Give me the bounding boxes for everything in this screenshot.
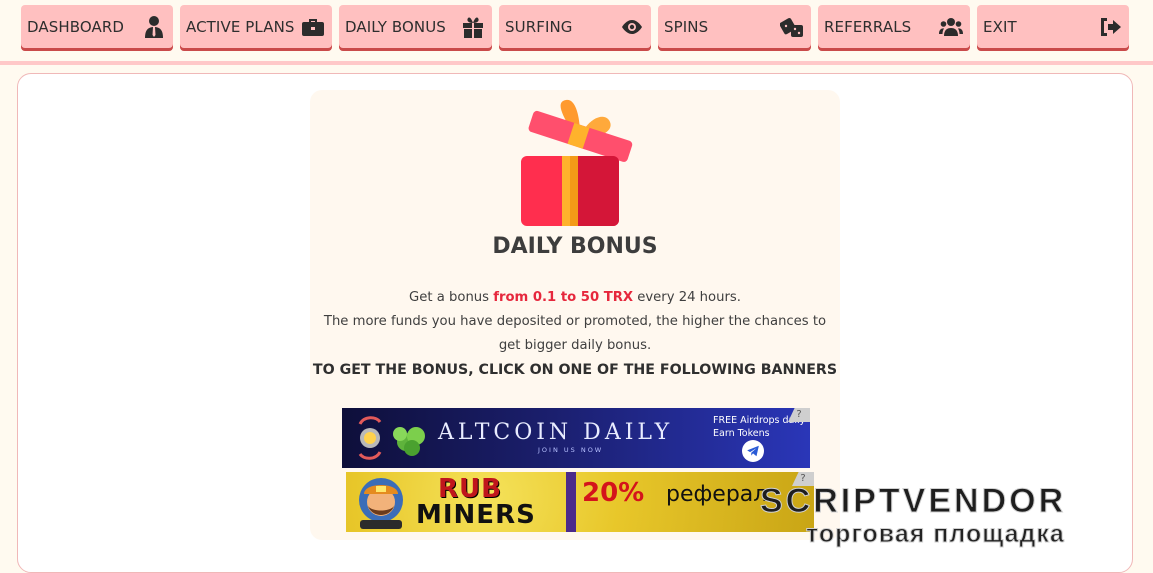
eye-icon bbox=[619, 14, 645, 40]
altcoin-subtitle: JOIN US NOW bbox=[538, 446, 604, 454]
nav-active-plans-label: ACTIVE PLANS bbox=[186, 18, 295, 36]
briefcase-icon bbox=[300, 14, 326, 40]
nav-referrals-label: REFERRALS bbox=[824, 18, 912, 36]
miners-word: MINERS bbox=[416, 500, 536, 530]
dice-icon bbox=[779, 14, 805, 40]
referral-percent: 20% bbox=[582, 478, 645, 508]
bonus-text-suffix: every 24 hours. bbox=[633, 290, 741, 305]
altcoin-title: ALTCOIN DAILY bbox=[438, 420, 674, 445]
top-nav: DASHBOARD ACTIVE PLANS DAILY BONUS SURFI… bbox=[0, 0, 1153, 58]
bonus-title: DAILY BONUS bbox=[492, 234, 658, 259]
nav-surfing[interactable]: SURFING bbox=[499, 5, 651, 51]
users-icon bbox=[938, 14, 964, 40]
bonus-instruction: TO GET THE BONUS, CLICK ON ONE OF THE FO… bbox=[312, 362, 838, 378]
watermark-logo: SCRIPTVENDOR bbox=[759, 482, 1067, 521]
sign-out-icon bbox=[1097, 14, 1123, 40]
nav-daily-bonus-label: DAILY BONUS bbox=[345, 18, 446, 36]
rub-miners-banner[interactable]: RUB MINERS 20% реферал ? bbox=[346, 472, 814, 532]
nav-referrals[interactable]: REFERRALS bbox=[818, 5, 970, 51]
bonus-description-line2: The more funds you have deposited or pro… bbox=[323, 314, 827, 353]
nav-surfing-label: SURFING bbox=[505, 18, 573, 36]
nav-divider bbox=[0, 61, 1153, 65]
nav-spins-label: SPINS bbox=[664, 18, 709, 36]
altcoin-promo-line2: Earn Tokens bbox=[713, 428, 770, 439]
nav-exit[interactable]: EXIT bbox=[977, 5, 1129, 51]
bonus-description-line1: Get a bonus from 0.1 to 50 TRX every 24 … bbox=[318, 286, 832, 310]
nav-dashboard[interactable]: DASHBOARD bbox=[21, 5, 173, 51]
nav-spins[interactable]: SPINS bbox=[658, 5, 811, 51]
banner-stripe bbox=[566, 472, 576, 532]
telegram-icon bbox=[742, 440, 764, 462]
referral-text: реферал bbox=[666, 482, 768, 507]
altcoin-daily-banner[interactable]: ALTCOIN DAILY JOIN US NOW FREE Airdrops … bbox=[342, 408, 810, 468]
bonus-amount-range: from 0.1 to 50 TRX bbox=[493, 290, 634, 305]
nav-daily-bonus[interactable]: DAILY BONUS bbox=[339, 5, 492, 51]
nav-active-plans[interactable]: ACTIVE PLANS bbox=[180, 5, 332, 51]
nav-dashboard-label: DASHBOARD bbox=[27, 18, 125, 36]
gift-icon bbox=[460, 14, 486, 40]
watermark-tagline: торговая площадка bbox=[806, 520, 1065, 549]
bonus-text-prefix: Get a bonus bbox=[409, 290, 494, 305]
nav-exit-label: EXIT bbox=[983, 18, 1017, 36]
gift-box-icon bbox=[521, 99, 633, 226]
coins-icon bbox=[358, 416, 425, 460]
user-tie-icon bbox=[141, 14, 167, 40]
miner-mascot-icon bbox=[359, 478, 403, 529]
